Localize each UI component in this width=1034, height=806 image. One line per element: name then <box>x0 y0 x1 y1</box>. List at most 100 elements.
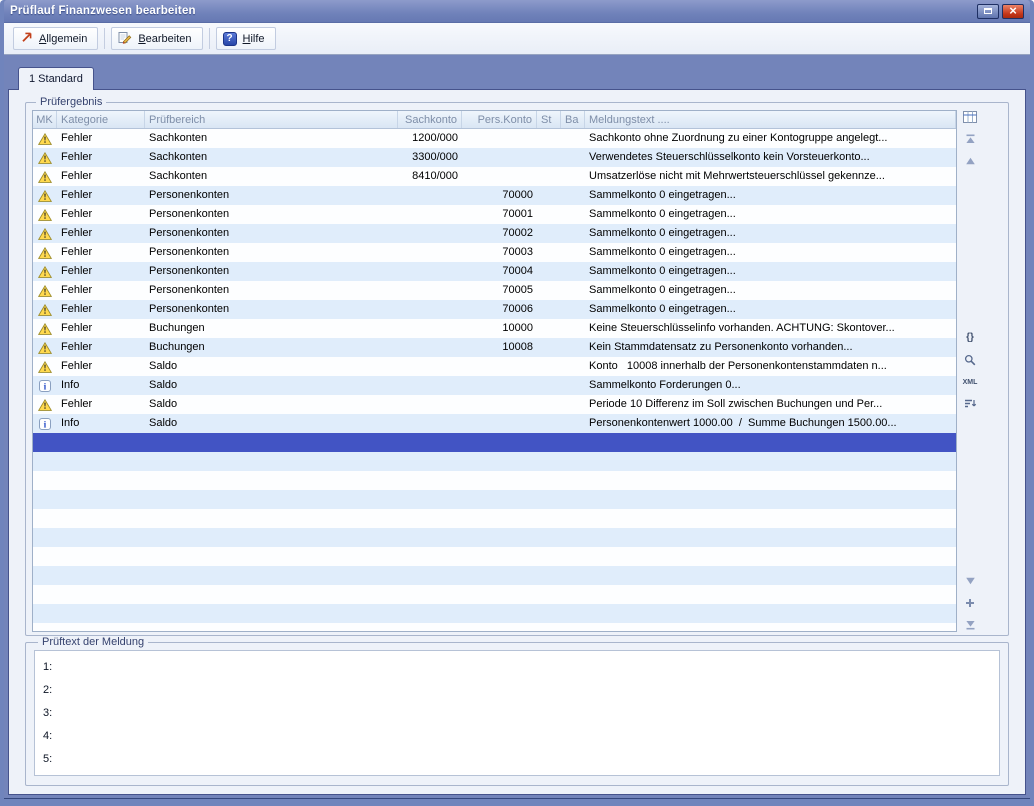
cell-meldung <box>585 433 956 452</box>
result-grid: MK Kategorie Prüfbereich Sachkonto Pers.… <box>32 110 957 632</box>
result-row[interactable]: iInfoSaldoSammelkonto Forderungen 0... <box>33 376 956 395</box>
prueftext-groupbox: Prüftext der Meldung 1: 2: 3: 4: 5: <box>25 636 1009 786</box>
empty-row[interactable] <box>33 490 956 509</box>
result-row[interactable]: FehlerBuchungen10000Keine Steuerschlüsse… <box>33 319 956 338</box>
column-header-pruefbereich[interactable]: Prüfbereich <box>145 111 398 128</box>
prueftext-line-4: 4: <box>43 725 991 748</box>
prueftext-box: 1: 2: 3: 4: 5: <box>34 650 1000 776</box>
cell-ba <box>561 509 585 528</box>
cell-sachkonto <box>398 585 462 604</box>
cell-pruefbereich: Sachkonten <box>145 167 398 186</box>
toolbar-button-hilfe[interactable]: ? Hilfe <box>216 27 276 50</box>
cell-pruefbereich: Personenkonten <box>145 300 398 319</box>
cell-ba <box>561 300 585 319</box>
warning-icon <box>33 357 57 376</box>
column-header-st[interactable]: St <box>537 111 561 128</box>
cell-meldung: Sachkonto ohne Zuordnung zu einer Kontog… <box>585 129 956 148</box>
empty-row[interactable] <box>33 585 956 604</box>
column-header-mk[interactable]: MK <box>33 111 57 128</box>
result-row[interactable]: FehlerBuchungen10008Kein Stammdatensatz … <box>33 338 956 357</box>
result-row[interactable]: FehlerSaldoKonto 10008 innerhalb der Per… <box>33 357 956 376</box>
empty-row[interactable] <box>33 623 956 631</box>
filter-icon[interactable] <box>961 397 979 411</box>
column-header-sachkonto[interactable]: Sachkonto <box>398 111 462 128</box>
result-row[interactable]: FehlerSachkonten3300/000Verwendetes Steu… <box>33 148 956 167</box>
cell-kategorie: Fehler <box>57 186 145 205</box>
help-icon: ? <box>223 32 237 46</box>
scroll-down-icon[interactable] <box>961 574 979 588</box>
cell-perskonto <box>462 566 537 585</box>
scroll-top-icon[interactable] <box>961 132 979 146</box>
close-button[interactable]: × <box>1002 4 1024 19</box>
result-row[interactable]: FehlerPersonenkonten70001Sammelkonto 0 e… <box>33 205 956 224</box>
cell-perskonto: 70006 <box>462 300 537 319</box>
result-row[interactable]: FehlerPersonenkonten70003Sammelkonto 0 e… <box>33 243 956 262</box>
cell-meldung <box>585 623 956 631</box>
result-row[interactable]: FehlerSaldoPeriode 10 Differenz im Soll … <box>33 395 956 414</box>
cell-st <box>537 262 561 281</box>
cell-meldung: Sammelkonto 0 eingetragen... <box>585 186 956 205</box>
main-toolbar: Allgemein Bearbeiten ? Hilfe <box>4 23 1030 55</box>
cell-perskonto <box>462 414 537 433</box>
scroll-bottom-icon[interactable] <box>961 618 979 632</box>
toolbar-button-allgemein[interactable]: Allgemein <box>13 27 98 50</box>
cell-perskonto: 70002 <box>462 224 537 243</box>
cell-sachkonto <box>398 281 462 300</box>
toolbar-button-bearbeiten[interactable]: Bearbeiten <box>111 27 202 50</box>
column-header-perskonto[interactable]: Pers.Konto <box>462 111 537 128</box>
cell-pruefbereich: Sachkonten <box>145 129 398 148</box>
scroll-up-icon[interactable] <box>961 154 979 168</box>
column-header-kategorie[interactable]: Kategorie <box>57 111 145 128</box>
table-options-icon[interactable] <box>961 110 979 124</box>
selected-row[interactable] <box>33 433 956 452</box>
empty-row[interactable] <box>33 547 956 566</box>
empty-row[interactable] <box>33 452 956 471</box>
mk-cell <box>33 604 57 623</box>
cell-st <box>537 547 561 566</box>
cell-st <box>537 148 561 167</box>
braces-icon[interactable]: {} <box>961 331 979 345</box>
result-row[interactable]: FehlerPersonenkonten70004Sammelkonto 0 e… <box>33 262 956 281</box>
xml-icon[interactable]: XML <box>961 375 979 389</box>
empty-row[interactable] <box>33 471 956 490</box>
result-row[interactable]: FehlerSachkonten8410/000Umsatzerlöse nic… <box>33 167 956 186</box>
cell-sachkonto: 3300/000 <box>398 148 462 167</box>
cell-kategorie: Fehler <box>57 167 145 186</box>
cell-st <box>537 471 561 490</box>
result-row[interactable]: FehlerPersonenkonten70006Sammelkonto 0 e… <box>33 300 956 319</box>
cell-st <box>537 338 561 357</box>
warning-icon <box>33 281 57 300</box>
result-row[interactable]: FehlerPersonenkonten70002Sammelkonto 0 e… <box>33 224 956 243</box>
cell-kategorie <box>57 566 145 585</box>
cell-st <box>537 604 561 623</box>
warning-icon <box>33 167 57 186</box>
search-icon[interactable] <box>961 353 979 367</box>
cell-st <box>537 357 561 376</box>
cell-pruefbereich: Personenkonten <box>145 186 398 205</box>
empty-row[interactable] <box>33 566 956 585</box>
column-header-ba[interactable]: Ba <box>561 111 585 128</box>
maximize-button[interactable] <box>977 4 999 19</box>
cell-st <box>537 566 561 585</box>
content-panel: Prüfergebnis MK Kategorie Prüfbereich Sa… <box>8 89 1026 795</box>
cell-sachkonto <box>398 528 462 547</box>
cell-ba <box>561 262 585 281</box>
column-header-meldungstext[interactable]: Meldungstext .... <box>585 111 956 128</box>
cell-kategorie <box>57 547 145 566</box>
cell-pruefbereich: Personenkonten <box>145 262 398 281</box>
empty-row[interactable] <box>33 604 956 623</box>
cell-meldung: Sammelkonto 0 eingetragen... <box>585 205 956 224</box>
empty-row[interactable] <box>33 528 956 547</box>
mk-cell <box>33 490 57 509</box>
result-row[interactable]: iInfoSaldoPersonenkontenwert 1000.00 / S… <box>33 414 956 433</box>
tab-standard[interactable]: 1 Standard <box>18 67 94 90</box>
result-row[interactable]: FehlerPersonenkonten70005Sammelkonto 0 e… <box>33 281 956 300</box>
insert-icon[interactable] <box>961 596 979 610</box>
cell-ba <box>561 395 585 414</box>
info-icon: i <box>33 376 57 395</box>
warning-icon <box>33 224 57 243</box>
result-rows: FehlerSachkonten1200/000Sachkonto ohne Z… <box>33 129 956 631</box>
empty-row[interactable] <box>33 509 956 528</box>
result-row[interactable]: FehlerSachkonten1200/000Sachkonto ohne Z… <box>33 129 956 148</box>
result-row[interactable]: FehlerPersonenkonten70000Sammelkonto 0 e… <box>33 186 956 205</box>
